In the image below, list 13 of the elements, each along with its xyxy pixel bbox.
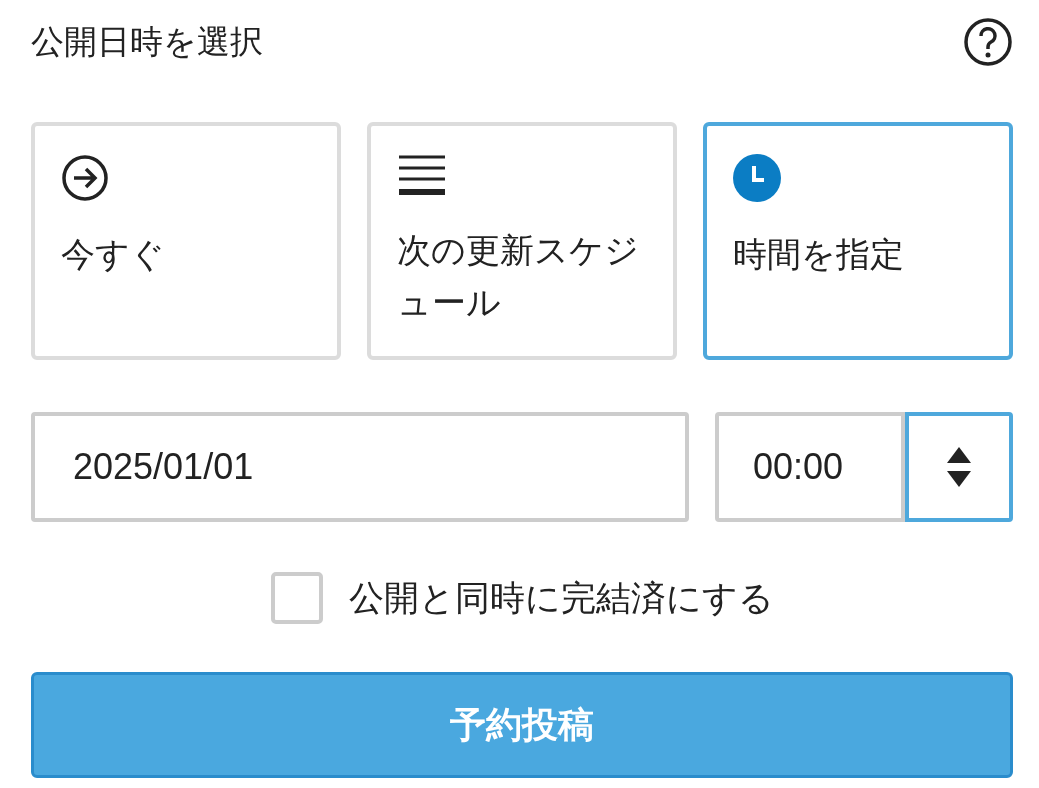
time-field[interactable]: 00:00: [715, 412, 905, 522]
section-title: 公開日時を選択: [31, 20, 263, 63]
publish-option[interactable]: 今すぐ: [31, 122, 341, 360]
publish-option[interactable]: 次の更新スケジュール: [367, 122, 677, 360]
time-spinner[interactable]: [905, 412, 1013, 522]
list-icon: [397, 154, 447, 198]
clock-icon: [733, 154, 781, 202]
publish-option[interactable]: 時間を指定: [703, 122, 1013, 360]
arrow-circle-icon: [61, 154, 109, 202]
help-icon[interactable]: [963, 17, 1013, 67]
date-field[interactable]: 2025/01/01: [31, 412, 689, 522]
checkbox-label: 公開と同時に完結済にする: [348, 576, 774, 620]
checkbox[interactable]: [270, 572, 323, 624]
